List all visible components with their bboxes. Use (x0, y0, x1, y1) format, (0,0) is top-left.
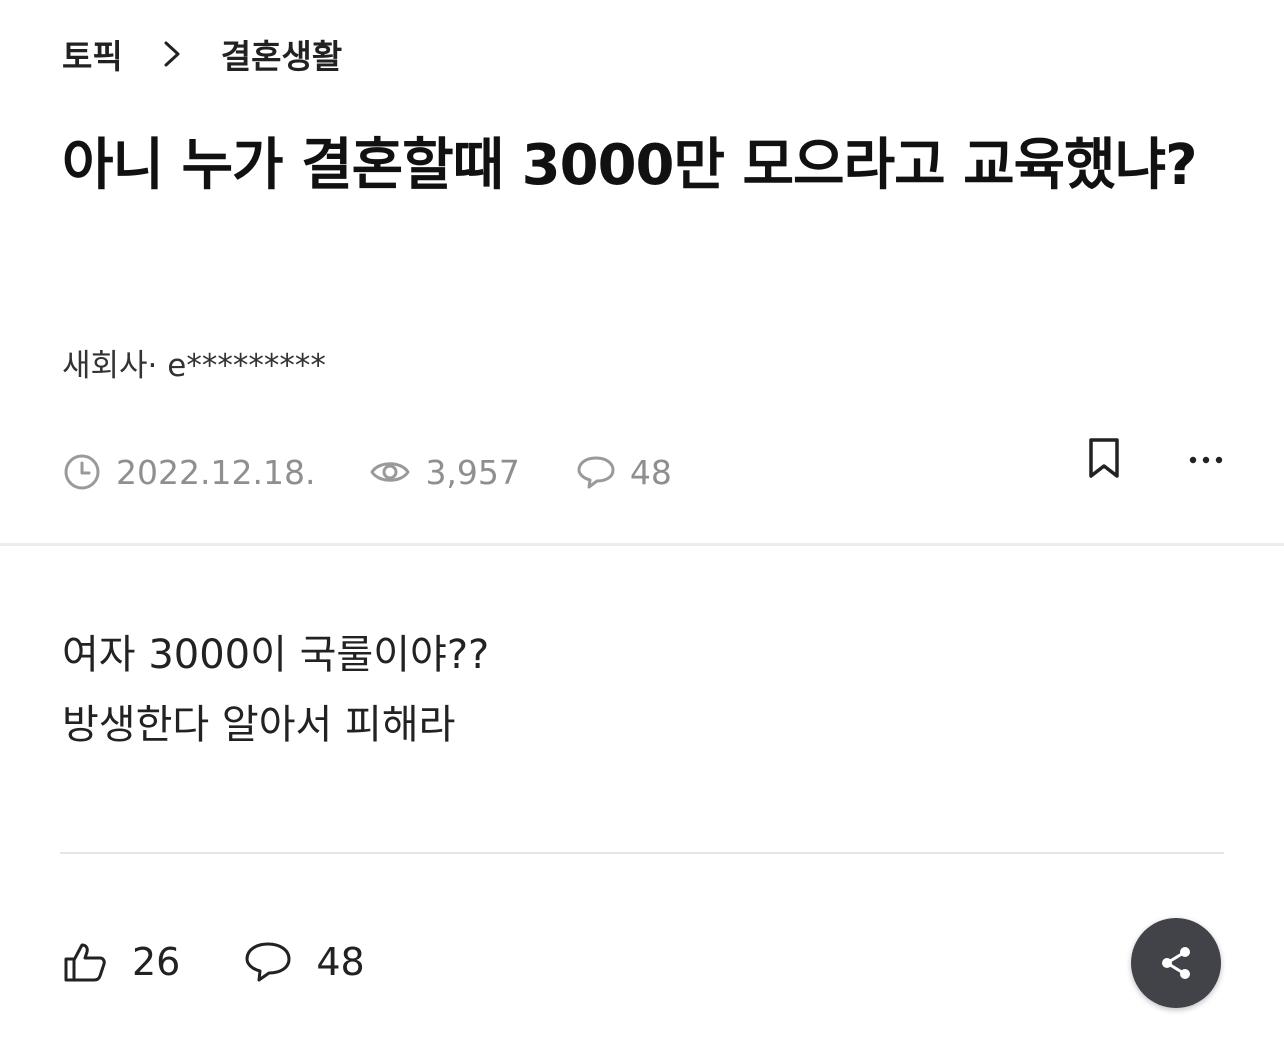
chevron-right-icon (161, 40, 183, 68)
breadcrumb: 토픽 결혼생활 (62, 30, 342, 78)
share-icon (1162, 947, 1190, 979)
thumbs-up-icon (64, 943, 106, 982)
post-body-line: 방생한다 알아서 피해라 (62, 702, 456, 748)
more-options-button[interactable] (1188, 451, 1224, 470)
post-body: 여자 3000이 국룰이야?? 방생한다 알아서 피해라 (62, 620, 489, 760)
speech-bubble-icon (245, 942, 291, 982)
breadcrumb-topic-link[interactable]: 토픽 (62, 30, 123, 78)
more-dots-icon (1189, 456, 1223, 463)
post-date-text: 2022.12.18. (116, 452, 316, 492)
post-views-count: 3,957 (425, 452, 520, 492)
speech-bubble-icon (577, 456, 615, 489)
post-actions (1086, 436, 1224, 484)
post-body-line: 여자 3000이 국룰이야?? (62, 632, 490, 678)
bookmark-button[interactable] (1086, 436, 1122, 484)
footer-comment-count: 48 (316, 940, 365, 984)
section-divider (0, 543, 1284, 546)
like-count: 26 (132, 940, 181, 984)
comment-button[interactable]: 48 (244, 939, 365, 985)
breadcrumb-category-link[interactable]: 결혼생활 (221, 30, 342, 78)
eye-icon (370, 462, 410, 482)
bookmark-icon (1089, 438, 1119, 478)
post-meta: 2022.12.18. 3,957 48 (62, 448, 672, 496)
post-comment-count: 48 (629, 452, 672, 492)
post-date: 2022.12.18. (62, 452, 315, 492)
post-title: 아니 누가 결혼할때 3000만 모으라고 교육했냐? (62, 133, 1198, 198)
post-footer: 26 48 (62, 934, 365, 990)
body-divider (60, 852, 1224, 854)
like-button[interactable]: 26 (62, 939, 180, 985)
post-comments[interactable]: 48 (576, 452, 672, 492)
post-views: 3,957 (369, 452, 520, 492)
post-author[interactable]: 새회사· e********* (62, 340, 326, 385)
clock-icon (64, 454, 100, 490)
share-button[interactable] (1131, 918, 1221, 1008)
